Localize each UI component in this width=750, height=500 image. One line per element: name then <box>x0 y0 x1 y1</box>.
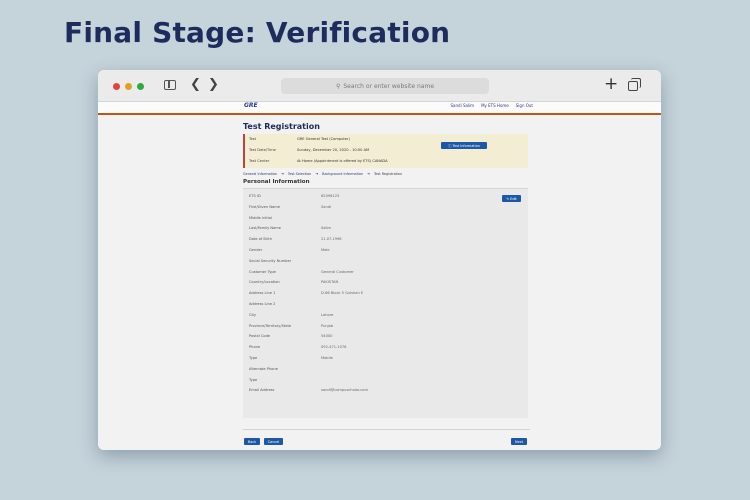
field-label: City <box>249 312 257 317</box>
field-value: 62096123 <box>321 194 340 198</box>
field-value: D-66 Block 5 Gulshan E <box>321 291 364 296</box>
site-header: GRE Sandi Salim My ETS Home Sign Out <box>98 102 661 113</box>
field-value: PAKISTAN <box>321 280 339 285</box>
browser-toolbar: ❮ ❯ ⚲ Search or enter website name + <box>98 70 661 102</box>
info-row: Test GRE General Test (Computer) <box>249 137 350 141</box>
test-information-button[interactable]: ⓘ Test Information <box>441 142 487 149</box>
nav-my-ets-home[interactable]: My ETS Home <box>481 103 509 108</box>
field-value: Sandi <box>321 204 332 209</box>
close-window-button[interactable] <box>113 83 120 90</box>
field-value: Mobile <box>321 356 333 360</box>
tabs-icon[interactable] <box>628 78 641 91</box>
nav-user-name[interactable]: Sandi Salim <box>451 103 475 108</box>
field-value: Lahore <box>321 312 334 317</box>
back-button[interactable]: Back <box>244 438 260 445</box>
field-label: Gender <box>249 248 263 252</box>
info-value: Sunday, December 20, 2020 - 10:00 AM <box>297 148 370 152</box>
arrow-right-icon: ➜ <box>315 172 319 176</box>
registration-content: Test Registration Test GRE General Test … <box>243 122 530 418</box>
arrow-right-icon: ➜ <box>281 172 284 176</box>
breadcrumb-current: Test Registration <box>373 172 403 176</box>
search-icon: ⚲ <box>335 82 341 90</box>
field-label: Last/Family Name <box>249 226 282 231</box>
browser-window: ❮ ❯ ⚲ Search or enter website name + GRE… <box>98 70 661 450</box>
page-headline: Final Stage: Verification <box>64 16 451 49</box>
header-divider <box>98 113 661 115</box>
address-bar[interactable]: ⚲ Search or enter website name <box>281 78 489 94</box>
sidebar-icon[interactable] <box>164 80 176 90</box>
info-value: At Home (Appointment is offered by ETS) … <box>297 159 388 163</box>
zoom-window-button[interactable] <box>137 83 144 90</box>
field-value: Punjab <box>321 323 334 328</box>
field-label: ETS ID <box>249 194 261 198</box>
field-label: Alternate Phone <box>249 366 278 371</box>
field-label: Address Line 2 <box>249 302 276 306</box>
info-label: Test Center <box>249 159 270 163</box>
field-value: 54000 <box>321 334 333 339</box>
field-value: sandi@compuscholar.com <box>321 388 368 393</box>
breadcrumb-item[interactable]: General Information <box>243 172 277 176</box>
cancel-button[interactable]: Cancel <box>264 438 283 445</box>
field-value: 092-471-1076 <box>321 345 347 350</box>
edit-label: Edit <box>510 196 517 201</box>
address-bar-placeholder: Search or enter website name <box>343 82 435 90</box>
info-row: Test Date/Time Sunday, December 20, 2020… <box>249 148 369 152</box>
field-value: Salim <box>321 226 331 231</box>
field-label: Date of Birth <box>249 237 272 242</box>
field-label: Customer Type <box>249 269 276 274</box>
chevron-left-icon[interactable]: ❮ <box>190 78 201 91</box>
field-label: Type <box>249 356 258 360</box>
page-title: Test Registration <box>243 122 320 131</box>
test-info-box: Test GRE General Test (Computer) Test Da… <box>243 134 528 168</box>
site-logo[interactable]: GRE <box>244 102 258 109</box>
site-nav: Sandi Salim My ETS Home Sign Out <box>451 103 534 108</box>
field-label: Country/Location <box>249 280 280 285</box>
web-page: GRE Sandi Salim My ETS Home Sign Out Tes… <box>98 102 661 450</box>
breadcrumb-item[interactable]: Background Information <box>322 172 363 176</box>
field-label: Type <box>249 377 258 382</box>
field-label: Postal Code <box>249 334 271 339</box>
field-value: Male <box>321 248 330 252</box>
nav-sign-out[interactable]: Sign Out <box>516 103 533 108</box>
field-label: Email Address <box>249 388 275 393</box>
info-row: Test Center At Home (Appointment is offe… <box>249 159 388 163</box>
info-label: Test <box>249 137 257 141</box>
field-value: General Customer <box>321 269 354 274</box>
edit-button[interactable]: ✎ Edit <box>502 195 521 202</box>
minimize-window-button[interactable] <box>125 83 132 90</box>
breadcrumb-item[interactable]: Test Selection <box>288 172 311 176</box>
personal-info-panel: ✎ Edit ETS ID 62096123 First/Given Name San… <box>243 188 528 418</box>
arrow-right-icon: ➜ <box>367 172 370 176</box>
field-label: Address Line 1 <box>249 291 276 296</box>
plus-icon[interactable]: + <box>604 76 618 93</box>
field-label: First/Given Name <box>249 204 280 209</box>
breadcrumb: General Information ➜ Test Selection ➜ B… <box>243 172 530 176</box>
field-label: Province/Territory/State <box>249 323 292 328</box>
field-label: Middle Initial <box>249 215 272 220</box>
field-label: Phone <box>249 345 261 350</box>
info-label: Test Date/Time <box>249 148 276 152</box>
field-label: Social Security Number <box>249 258 292 263</box>
footer-divider <box>243 429 530 430</box>
next-button[interactable]: Next <box>511 438 527 445</box>
test-information-label: Test Information <box>452 143 480 148</box>
chevron-right-icon[interactable]: ❯ <box>208 78 219 91</box>
field-value: 21.07.1998 <box>321 237 342 242</box>
section-title: Personal Information <box>243 179 310 185</box>
info-value: GRE General Test (Computer) <box>297 137 350 141</box>
